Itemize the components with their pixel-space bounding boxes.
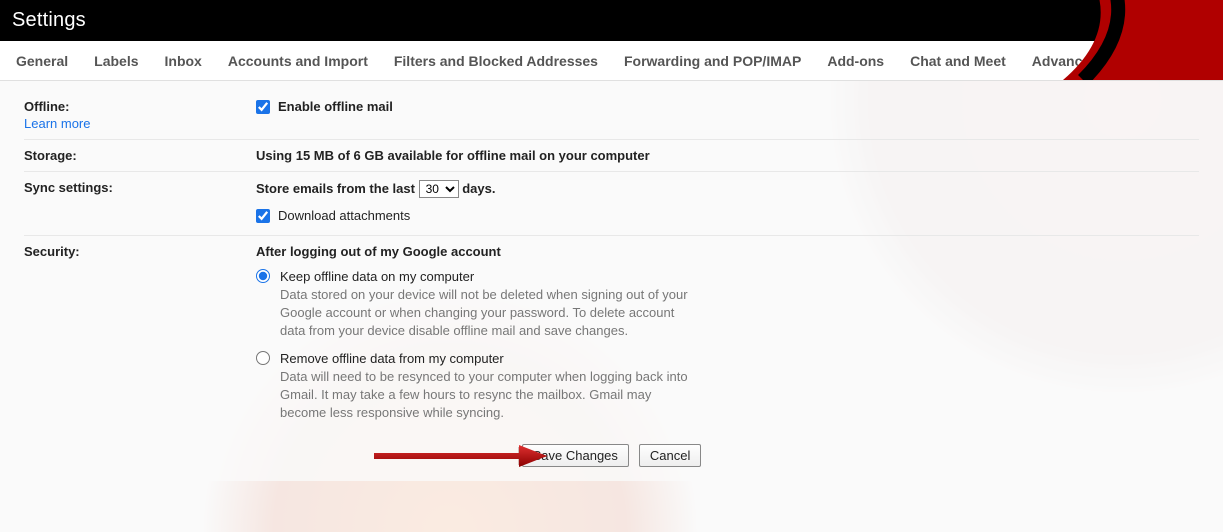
storage-usage-text: Using 15 MB of 6 GB available for offlin… [256,148,650,163]
storage-label: Storage: [24,148,256,163]
tab-themes[interactable]: Themes [1195,43,1223,79]
remove-data-desc: Data will need to be resynced to your co… [280,368,700,423]
tab-offline[interactable]: Offline [1125,43,1169,79]
store-emails-suffix: days. [462,181,495,196]
tab-accounts-import[interactable]: Accounts and Import [228,43,368,79]
security-label: Security: [24,244,256,422]
tab-inbox[interactable]: Inbox [165,43,202,79]
row-sync-settings: Sync settings: Store emails from the las… [24,172,1199,236]
tab-advanced[interactable]: Advanced [1032,43,1099,79]
keep-data-title: Keep offline data on my computer [280,269,700,284]
store-emails-prefix: Store emails from the last [256,181,415,196]
sync-days-select[interactable]: 30 [419,180,459,198]
offline-label-text: Offline: [24,99,70,114]
download-attachments-label: Download attachments [278,208,410,223]
tab-forwarding-pop-imap[interactable]: Forwarding and POP/IMAP [624,43,801,79]
page-title: Settings [12,9,86,32]
enable-offline-checkbox[interactable] [256,100,270,114]
keyboard-icon[interactable] [1178,15,1196,27]
tab-add-ons[interactable]: Add-ons [827,43,884,79]
sync-label: Sync settings: [24,180,256,227]
row-label-offline: Offline: Learn more [24,99,256,131]
row-offline: Offline: Learn more Enable offline mail [24,91,1199,140]
save-changes-button[interactable]: Save Changes [522,444,629,467]
cancel-button[interactable]: Cancel [639,444,701,467]
tab-general[interactable]: General [16,43,68,79]
keep-data-radio[interactable] [256,269,270,283]
chevron-down-icon[interactable]: ▼ [1202,16,1211,26]
settings-content: Offline: Learn more Enable offline mail … [0,81,1223,481]
keep-data-desc: Data stored on your device will not be d… [280,286,700,341]
security-heading: After logging out of my Google account [256,244,1199,259]
remove-data-radio[interactable] [256,351,270,365]
row-security: Security: After logging out of my Google… [24,236,1199,430]
tab-chat-meet[interactable]: Chat and Meet [910,43,1006,79]
app-titlebar: Settings ▼ [0,0,1223,41]
download-attachments-checkbox[interactable] [256,209,270,223]
row-storage: Storage: Using 15 MB of 6 GB available f… [24,140,1199,172]
tab-labels[interactable]: Labels [94,43,138,79]
action-button-row: Save Changes Cancel [24,430,1199,481]
remove-data-title: Remove offline data from my computer [280,351,700,366]
enable-offline-label: Enable offline mail [278,99,393,114]
learn-more-link[interactable]: Learn more [24,116,256,131]
tab-filters-blocked[interactable]: Filters and Blocked Addresses [394,43,598,79]
settings-tabs: General Labels Inbox Accounts and Import… [0,41,1223,81]
